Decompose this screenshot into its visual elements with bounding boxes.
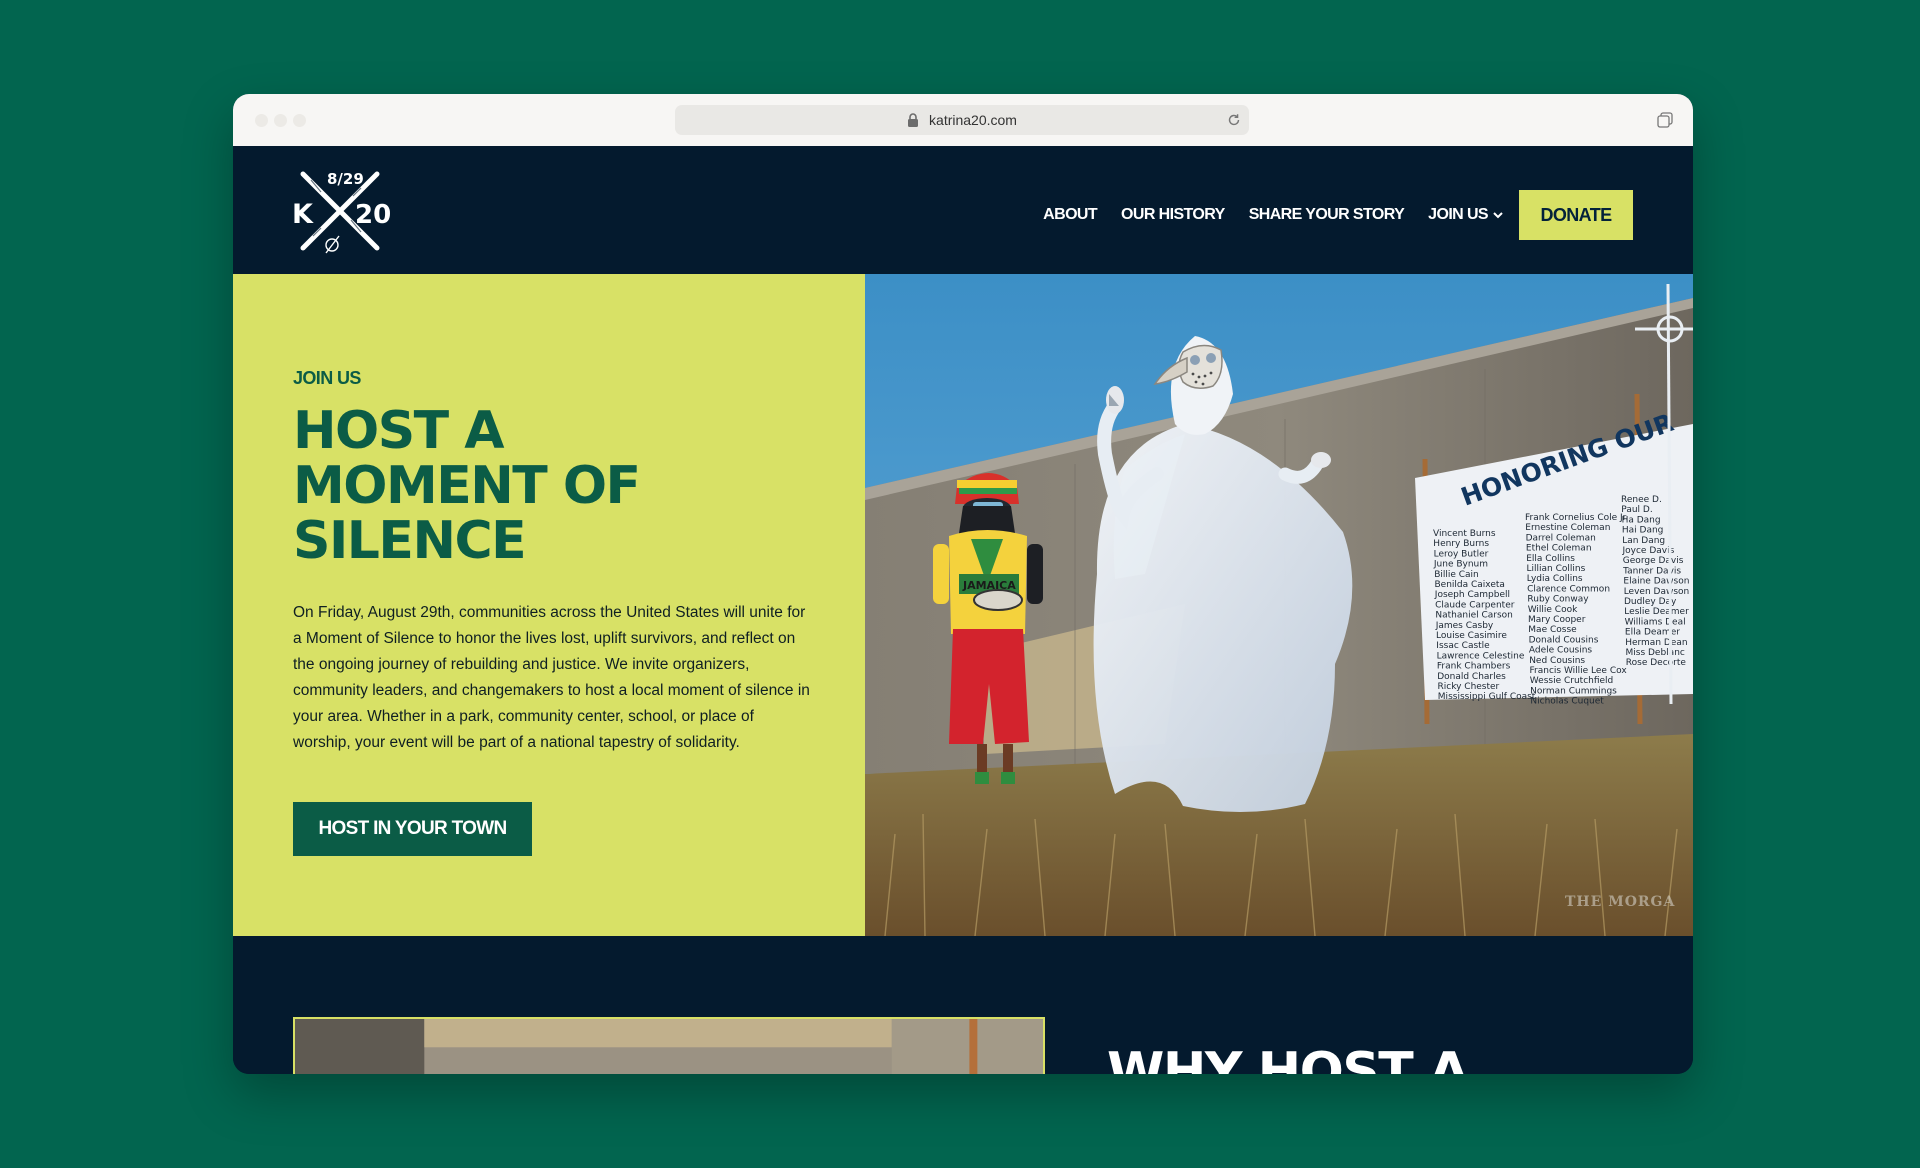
memorial-name: Clarence Common	[1527, 584, 1610, 594]
minimize-window-button[interactable]	[274, 114, 287, 127]
memorial-name: Leven Dawson	[1624, 587, 1690, 597]
memorial-name: Lillian Collins	[1527, 564, 1586, 574]
logo-date: 8/29	[327, 170, 364, 188]
logo-letter: K	[292, 199, 314, 230]
memorial-name: Issac Castle	[1436, 641, 1490, 651]
photo-watermark: THE MORGA	[1565, 894, 1675, 910]
memorial-name: Norman Cummings	[1530, 686, 1617, 696]
nav-item-share-your-story[interactable]: SHARE YOUR STORY	[1248, 206, 1405, 224]
memorial-name: Claude Carpenter	[1435, 600, 1515, 610]
memorial-name: Paul D.	[1621, 505, 1652, 515]
memorial-name: Donald Charles	[1437, 672, 1506, 682]
memorial-name: Lan Dang	[1622, 536, 1665, 546]
memorial-name: Elaine Dawson	[1623, 577, 1689, 587]
window-controls	[255, 114, 306, 127]
hero-text-panel: JOIN US HOST A MOMENT OF SILENCE On Frid…	[233, 274, 865, 936]
nav-item-about[interactable]: ABOUT	[1043, 206, 1097, 224]
memorial-name: Mary Cooper	[1528, 615, 1586, 625]
memorial-name: Ernestine Coleman	[1525, 523, 1610, 533]
memorial-name: Vincent Burns	[1433, 529, 1496, 539]
why-host-heading: WHY HOST A	[1107, 1042, 1469, 1074]
headline-line: SILENCE	[293, 511, 527, 571]
hero-photo: HONORING OUR Vincent BurnsHenry BurnsLer…	[865, 274, 1693, 936]
nav-item-label: SHARE YOUR STORY	[1248, 206, 1405, 223]
memorial-name: Frank Chambers	[1437, 662, 1511, 672]
memorial-name: Ricky Chester	[1438, 682, 1500, 692]
why-host-section: WHY HOST A	[233, 936, 1693, 1074]
memorial-name: Mississippi Gulf Coast	[1438, 692, 1536, 702]
memorial-name: Billie Cain	[1434, 570, 1479, 580]
hero-eyebrow: JOIN US	[293, 368, 361, 388]
nav-item-label: JOIN US	[1428, 206, 1488, 223]
memorial-name: Hai Dang	[1622, 526, 1664, 536]
memorial-name: Henry Burns	[1433, 539, 1489, 549]
headline-line: HOST A	[293, 401, 505, 461]
section-photo	[293, 1017, 1045, 1074]
hero-body: On Friday, August 29th, communities acro…	[293, 604, 810, 751]
nav-item-label: OUR HISTORY	[1121, 206, 1225, 223]
memorial-name: June Bynum	[1433, 560, 1488, 570]
browser-chrome: katrina20.com	[233, 94, 1693, 147]
address-bar[interactable]: katrina20.com	[675, 105, 1249, 135]
hero-headline: HOST A MOMENT OF SILENCE	[293, 404, 833, 569]
nav-item-our-history[interactable]: OUR HISTORY	[1121, 206, 1225, 224]
memorial-name: Lydia Collins	[1527, 574, 1583, 584]
memorial-name: Nicholas Cuquet	[1530, 697, 1604, 707]
website: 8/29 K 20 ABOUT OUR HISTORY SHARE YOUR S…	[233, 146, 1693, 1074]
tab-overview-icon[interactable]	[1657, 112, 1673, 128]
memorial-name: Benilda Caixeta	[1435, 580, 1505, 590]
memorial-name: Ethel Coleman	[1526, 544, 1592, 554]
memorial-name: Louise Casimire	[1436, 631, 1507, 641]
memorial-name: Willie Cook	[1528, 605, 1578, 615]
memorial-name: Rose Decorte	[1626, 658, 1687, 668]
reload-icon[interactable]	[1227, 113, 1241, 127]
memorial-name: Ella Collins	[1526, 554, 1575, 564]
memorial-name: Williams Deal	[1625, 617, 1686, 627]
memorial-name: Herman Dean	[1625, 638, 1687, 648]
memorial-name: Leroy Butler	[1434, 549, 1489, 559]
site-header: 8/29 K 20 ABOUT OUR HISTORY SHARE YOUR S…	[233, 146, 1693, 274]
memorial-name: Ruby Conway	[1527, 595, 1589, 605]
url-text: katrina20.com	[929, 112, 1017, 128]
memorial-name: Francis Willie Lee Cox	[1530, 666, 1628, 676]
logo-number: 20	[355, 200, 391, 230]
hero-section: JOIN US HOST A MOMENT OF SILENCE On Frid…	[233, 274, 1693, 936]
close-window-button[interactable]	[255, 114, 268, 127]
headline-line: MOMENT OF	[293, 456, 641, 516]
nav-item-label: ABOUT	[1043, 206, 1098, 223]
memorial-name: Joyce Davis	[1622, 546, 1675, 556]
k20-logo[interactable]: 8/29 K 20	[291, 162, 401, 258]
memorial-name: Adele Cousins	[1529, 646, 1593, 656]
memorial-name: Tanner Davis	[1622, 566, 1681, 576]
memorial-name: Frank Cornelius Cole Jr.	[1525, 513, 1628, 523]
memorial-name: Ned Cousins	[1529, 656, 1585, 666]
memorial-name: Miss Deblanc	[1626, 648, 1685, 658]
memorial-name: Nathaniel Carson	[1435, 611, 1513, 621]
donate-button[interactable]: DONATE	[1519, 190, 1633, 240]
memorial-name: Wessie Crutchfield	[1530, 676, 1613, 686]
memorial-name: Mae Cosse	[1528, 625, 1577, 635]
memorial-name: Leslie Deamer	[1624, 607, 1689, 617]
memorial-name: Lawrence Celestine	[1437, 651, 1525, 661]
nav-item-join-us[interactable]: JOIN US	[1428, 206, 1503, 224]
host-in-your-town-button[interactable]: HOST IN YOUR TOWN	[293, 802, 532, 856]
memorial-name: Ha Dang	[1622, 515, 1661, 525]
memorial-name: James Casby	[1435, 621, 1494, 631]
lock-icon	[908, 113, 919, 127]
maximize-window-button[interactable]	[293, 114, 306, 127]
chevron-down-icon	[1493, 212, 1503, 219]
browser-window: katrina20.com 8/29 K 20 ABOUT OUR HISTOR…	[233, 94, 1693, 1074]
main-nav: ABOUT OUR HISTORY SHARE YOUR STORY JOIN …	[1043, 190, 1633, 240]
memorial-name: Renee D.	[1621, 495, 1662, 505]
memorial-name: George Davis	[1623, 556, 1684, 566]
memorial-name: Joseph Campbell	[1434, 590, 1510, 600]
memorial-name: Donald Cousins	[1529, 635, 1599, 645]
memorial-name: Darrel Coleman	[1526, 533, 1596, 543]
